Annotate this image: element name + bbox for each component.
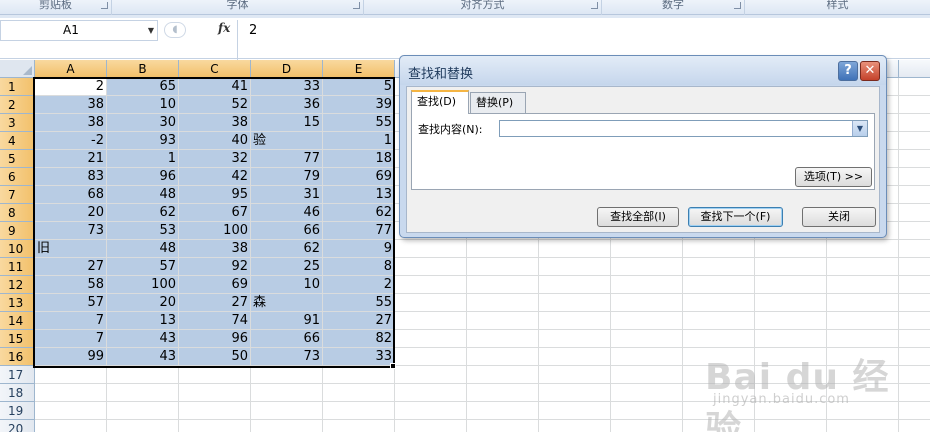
fill-handle[interactable] xyxy=(390,363,396,369)
row-header-14[interactable]: 14 xyxy=(0,312,35,330)
ribbon-group-label: 数字 xyxy=(662,0,684,11)
dialog-launcher-icon[interactable] xyxy=(353,2,360,9)
find-what-label: 查找内容(N): xyxy=(418,123,483,136)
dialog-launcher-icon[interactable] xyxy=(734,2,741,9)
formula-bar: A1 ▼ ◖ fx 2 xyxy=(0,15,930,60)
row-header-13[interactable]: 13 xyxy=(0,294,35,312)
row-header-10[interactable]: 10 xyxy=(0,240,35,258)
select-all-button[interactable] xyxy=(0,60,35,78)
row-header-17[interactable]: 17 xyxy=(0,366,35,384)
options-button[interactable]: 选项(T) >> xyxy=(795,167,872,187)
name-box[interactable]: A1 ▼ xyxy=(0,20,158,41)
find-tab-panel: 查找内容(N): ▼ 选项(T) >> xyxy=(411,113,875,190)
find-all-button[interactable]: 查找全部(I) xyxy=(597,207,679,227)
dialog-title: 查找和替换 xyxy=(408,67,474,82)
column-header[interactable] xyxy=(899,60,930,78)
ribbon-group-styles: 样式 xyxy=(745,0,930,15)
find-replace-dialog: 查找和替换 ? ✕ 查找(D) 替换(P) 查找内容(N): ▼ 选项(T) >… xyxy=(399,55,887,238)
tab-replace[interactable]: 替换(P) xyxy=(470,92,526,113)
row-header-19[interactable]: 19 xyxy=(0,402,35,420)
ribbon-group-font: 字体 xyxy=(112,0,364,15)
row-header-5[interactable]: 5 xyxy=(0,150,35,168)
column-header-a[interactable]: A xyxy=(35,60,107,78)
close-button[interactable]: 关闭 xyxy=(802,207,876,227)
column-header-b[interactable]: B xyxy=(107,60,179,78)
gridline xyxy=(35,419,930,420)
column-header-e[interactable]: E xyxy=(323,60,395,78)
gridline xyxy=(35,401,930,402)
tab-find[interactable]: 查找(D) xyxy=(411,90,469,114)
ribbon-group-clipboard: 剪贴板 xyxy=(0,0,112,15)
column-header-d[interactable]: D xyxy=(251,60,323,78)
selection-border xyxy=(33,77,395,368)
row-header-6[interactable]: 6 xyxy=(0,168,35,186)
dialog-launcher-icon[interactable] xyxy=(101,2,108,9)
row-header-1[interactable]: 1 xyxy=(0,78,35,96)
insert-function-icon[interactable]: fx xyxy=(218,21,230,35)
ribbon-group-strip: 剪贴板 字体 对齐方式 数字 样式 xyxy=(0,0,930,15)
row-header-16[interactable]: 16 xyxy=(0,348,35,366)
ribbon-group-number: 数字 xyxy=(602,0,745,15)
gridline xyxy=(35,383,930,384)
close-icon[interactable]: ✕ xyxy=(860,61,880,81)
row-header-18[interactable]: 18 xyxy=(0,384,35,402)
ribbon-group-label: 对齐方式 xyxy=(460,0,505,11)
dialog-launcher-icon[interactable] xyxy=(591,2,598,9)
row-header-15[interactable]: 15 xyxy=(0,330,35,348)
column-header-c[interactable]: C xyxy=(179,60,251,78)
ribbon-group-label: 字体 xyxy=(226,0,249,11)
cancel-edit-icon[interactable]: ◖ xyxy=(164,22,186,38)
row-header-11[interactable]: 11 xyxy=(0,258,35,276)
row-header-12[interactable]: 12 xyxy=(0,276,35,294)
find-what-input[interactable]: ▼ xyxy=(499,120,868,137)
row-header-9[interactable]: 9 xyxy=(0,222,35,240)
row-header-4[interactable]: 4 xyxy=(0,132,35,150)
row-header-20[interactable]: 20 xyxy=(0,420,35,432)
formula-buttons: ◖ fx xyxy=(160,20,238,60)
dialog-body: 查找(D) 替换(P) 查找内容(N): ▼ 选项(T) >> 查找全部(I) … xyxy=(406,86,880,233)
row-header-3[interactable]: 3 xyxy=(0,114,35,132)
row-header-8[interactable]: 8 xyxy=(0,204,35,222)
row-header-7[interactable]: 7 xyxy=(0,186,35,204)
dialog-titlebar[interactable]: 查找和替换 ? ✕ xyxy=(400,56,886,85)
ribbon-group-label: 样式 xyxy=(826,0,849,11)
help-button[interactable]: ? xyxy=(838,61,858,81)
name-box-value: A1 xyxy=(63,23,79,37)
chevron-down-icon[interactable]: ▼ xyxy=(852,121,867,136)
ribbon-group-alignment: 对齐方式 xyxy=(364,0,602,15)
ribbon-group-label: 剪贴板 xyxy=(39,0,72,11)
chevron-down-icon[interactable]: ▼ xyxy=(148,21,154,40)
find-next-button[interactable]: 查找下一个(F) xyxy=(688,207,783,227)
row-header-2[interactable]: 2 xyxy=(0,96,35,114)
formula-input[interactable]: 2 xyxy=(249,23,257,38)
